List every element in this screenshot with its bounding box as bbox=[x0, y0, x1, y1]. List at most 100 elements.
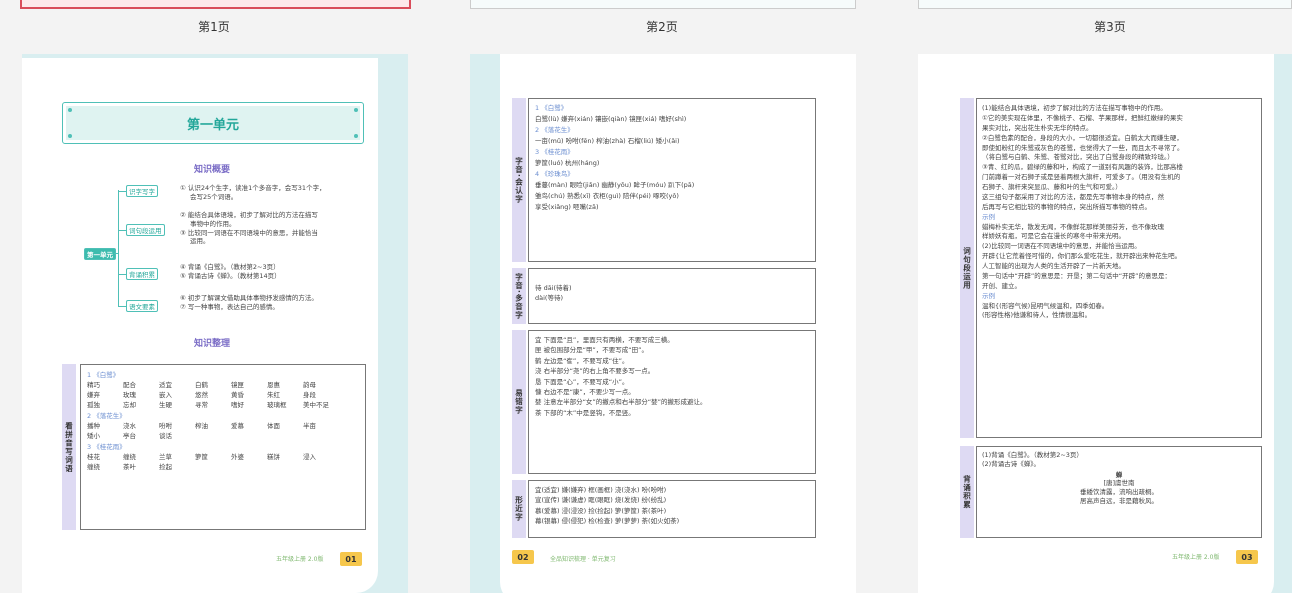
branch-item: 事物中的作用。 bbox=[190, 219, 236, 228]
vocab-row: 矮小 亭台 谈话 bbox=[87, 431, 359, 441]
vocab-row: 孤独 忘却 生硬 寻常 嗜好 玻璃框 美中不足 bbox=[87, 400, 359, 410]
vocab-word: 玻璃框 bbox=[267, 400, 287, 409]
vocab-word: 亭台 bbox=[123, 431, 136, 440]
vocab-word: 身段 bbox=[303, 390, 316, 399]
vocab-row: 播种 浇水 吩咐 榨油 爱慕 体面 半亩 bbox=[87, 421, 359, 431]
section-line: 婪 注意左半部分“女”的撇点和右半部分“婪”的撇形成避让。 bbox=[535, 398, 707, 407]
vocab-word: 播种 bbox=[87, 421, 100, 430]
section-line: 茶 下部的“木”中是竖钩，不是竖。 bbox=[535, 408, 635, 417]
vocab-word: 箩筐 bbox=[195, 452, 208, 461]
vocab-word: 嵌入 bbox=[159, 390, 172, 399]
branch-item: ⑥ 初步了解课文借助具体事物抒发感情的方法。 bbox=[180, 294, 318, 302]
branch-item: 会写25个词语。 bbox=[190, 192, 238, 201]
section-line: 恳 下面是“心”，不要写成“小”。 bbox=[535, 377, 629, 386]
section-line: (2)比较同一词语在不同语境中的意思，并能恰当运用。 bbox=[982, 242, 1141, 251]
section-line: 白鹭(lù) 嫌弃(xián) 镶嵌(qiàn) 镜匣(xiá) 嗜好(shì) bbox=[535, 115, 687, 124]
section-line: ③青、红的瓜，碧绿的藤和叶，构成了一道别有风趣的装饰，比那高楼 bbox=[982, 163, 1183, 172]
side-label: 看拼音写词语 bbox=[62, 364, 76, 530]
section-line: 温和{(形容气候)昆明气候温和，四季如春。 bbox=[982, 301, 1109, 310]
vocab-word: 白鹤 bbox=[195, 380, 208, 389]
branch-tag-2: 词句段运用 bbox=[126, 224, 165, 236]
vocab-word: 外婆 bbox=[231, 452, 244, 461]
section-label-4: 形近字 bbox=[512, 480, 526, 538]
branch-tag-1: 识字写字 bbox=[126, 185, 158, 197]
page-number: 03 bbox=[1236, 550, 1258, 564]
branch-item: ⑤ 背诵古诗《蝉》。（教材第14页） bbox=[180, 271, 281, 280]
section-line: 1 《白鹭》 bbox=[535, 104, 568, 112]
vocab-word: 恩惠 bbox=[267, 380, 280, 389]
poem-title: 蝉 bbox=[1115, 470, 1123, 479]
vocab-word: 镜匣 bbox=[231, 380, 244, 389]
poem-line: 垂緌饮清露，流响出疏桐。 bbox=[1080, 488, 1158, 497]
center-tag: 第一单元 bbox=[84, 248, 116, 260]
vocab-word: 寻常 bbox=[195, 400, 208, 409]
vocab-word: 忘却 bbox=[123, 400, 136, 409]
section-line: 门前蹲着一对石狮子或是竖着两根大旗杆，可爱多了。（用没有生机的 bbox=[982, 173, 1181, 182]
section-line: 2 《落花生》 bbox=[535, 126, 574, 135]
vocab-word: 爱慕 bbox=[231, 421, 244, 430]
section-label-3: 易错字 bbox=[512, 330, 526, 474]
vocab-box: 1 《白鹭》 精巧 配合 适宜 白鹤 镜匣 恩惠 韵母 嫌弃 玫瑰 嵌入 悠然 黄昏 朱红 身段 孤独 忘却 生… bbox=[80, 364, 366, 530]
page-thumbnail-3[interactable]: 词句段运用 (1)能结合具体语境，初步了解对比的方法在描写事物中的作用。 ①它的… bbox=[918, 54, 1292, 593]
thumbnail-previous-row-2[interactable] bbox=[470, 0, 856, 9]
vocab-word: 浇水 bbox=[123, 421, 136, 430]
section-line: 浇 右半部分“尧”的右上角不要多写一点。 bbox=[535, 367, 655, 376]
vocab-word: 配合 bbox=[123, 380, 136, 389]
vocab-grid-1: 精巧 配合 适宜 白鹤 镜匣 恩惠 韵母 嫌弃 玫瑰 嵌入 悠然 黄昏 朱红 身段 孤独 忘却 生硬 寻常 嗜好 玻璃… bbox=[87, 380, 359, 410]
footer-grade: 五年级上册 2.0版 bbox=[1172, 554, 1220, 561]
section-line: dài(等待) bbox=[535, 294, 563, 303]
page-thumbnail-2[interactable]: 字音·会认字 1 《白鹭》白鹭(lù) 嫌弃(xián) 镶嵌(qiàn) 镜匣… bbox=[470, 54, 856, 593]
section-line: （将白鹭与白鹤、朱鹭、苍鹭对比，突出了白鹭身段的精致玲珑。） bbox=[982, 153, 1174, 162]
unit-title-box: 第一单元 bbox=[62, 102, 364, 144]
section-line: 宜 下面是“且”，里面只有两横，不要写成三横。 bbox=[535, 336, 674, 344]
vocab-word: 适宜 bbox=[159, 380, 172, 389]
vocab-word: 美中不足 bbox=[303, 400, 329, 409]
vocab-word: 缠绕 bbox=[87, 462, 100, 471]
vocab-row: 缠绕 茶叶 捡起 bbox=[87, 462, 359, 472]
vocab-word: 缠绕 bbox=[123, 452, 136, 461]
branch-tag-3: 背诵积累 bbox=[126, 268, 158, 280]
vocab-word: 矮小 bbox=[87, 431, 100, 440]
vocab-word: 嫌弃 bbox=[87, 390, 100, 399]
section-line: 开辟{让它荒着怪可惜的，你们那么爱吃花生，就开辟出来种花生吧。 bbox=[982, 252, 1182, 261]
vocab-word: 半亩 bbox=[303, 421, 316, 430]
section-line: 蜡梅朴实无华，散发无闻，不像鲜花那样美丽芬芳，也不像玫瑰 bbox=[982, 222, 1164, 231]
vocab-word: 精巧 bbox=[87, 380, 100, 389]
section-line: 宣(宣传) 谦(谦虚) 眶(眼眶) 烧(发烧) 纷(纷乱) bbox=[535, 496, 667, 505]
branch-item: ④ 背诵《白鹭》。（教材第2~3页） bbox=[180, 263, 280, 271]
branch-item: 运用。 bbox=[190, 237, 210, 246]
vocab-word: 孤独 bbox=[87, 400, 100, 409]
group-title: 1 《白鹭》 bbox=[87, 371, 120, 379]
vocab-word: 朱红 bbox=[267, 390, 280, 399]
page-thumbnail-1[interactable]: 第一单元 知识概要 第一单元 识字写字 ① 认识24个生字，读准1个多音字，会写… bbox=[22, 54, 408, 593]
section-box-3: 宜 下面是“且”，里面只有两横，不要写成三横。匣 被包围部分是“甲”，不要写成“… bbox=[528, 330, 816, 474]
vocab-word: 生硬 bbox=[159, 400, 172, 409]
thumbnail-previous-row-1[interactable] bbox=[20, 0, 411, 9]
recite-line: (1)背诵《白鹭》。（教材第2~3页） bbox=[982, 451, 1083, 459]
branch-item: ⑦ 写一种事物，表达自己的感情。 bbox=[180, 302, 279, 311]
section-box-2: (1)背诵《白鹭》。（教材第2~3页） (2)背诵古诗《蝉》。 蝉 [唐]虞世南… bbox=[976, 446, 1262, 538]
section-line: 享受(xiǎng) 咂嘴(zā) bbox=[535, 203, 599, 212]
section-line: 这三组句子都采用了对比的方法，都是先写事物本身的特点，然 bbox=[982, 192, 1164, 201]
vocab-row: 精巧 配合 适宜 白鹤 镜匣 恩惠 韵母 bbox=[87, 380, 359, 390]
page-label-1: 第1页 bbox=[198, 20, 230, 34]
vocab-word: 桂花 bbox=[87, 452, 100, 461]
section-line: 垂蔓(màn) 眼睑(jiǎn) 幽静(yōu) 眸子(móu) 趴下(pā) bbox=[535, 181, 695, 190]
recite-line: (2)背诵古诗《蝉》。 bbox=[982, 459, 1040, 468]
vocab-word: 糕饼 bbox=[267, 452, 280, 461]
section-line: ②白鹭色素的配合，身段的大小，一切都很适宜。白鹤太大而嫌生硬， bbox=[982, 133, 1183, 142]
vocab-word: 谈话 bbox=[159, 431, 172, 440]
section-line: 慕(爱慕) 浸(浸没) 捡(捡起) 箩(箩筐) 茶(茶叶) bbox=[535, 506, 667, 515]
vocab-grid-2: 播种 浇水 吩咐 榨油 爱慕 体面 半亩 矮小 亭台 谈话 bbox=[87, 421, 359, 441]
group-title: 2 《落花生》 bbox=[87, 411, 126, 420]
section-label-1: 字音·会认字 bbox=[512, 98, 526, 262]
section-box-1: (1)能结合具体语境，初步了解对比的方法在描写事物中的作用。 ①它的美实现在体里… bbox=[976, 98, 1262, 438]
vocab-row: 桂花 缠绕 兰草 箩筐 外婆 糕饼 浸入 bbox=[87, 452, 359, 462]
vocab-word: 黄昏 bbox=[231, 390, 244, 399]
section-line: ①它的美实现在体里，不像桃子、石榴、芋果那样，把鲜红嫩绿的果实 bbox=[982, 113, 1183, 122]
thumbnail-previous-row-3[interactable] bbox=[918, 0, 1292, 9]
branch-item: ② 能结合具体语境，初步了解对比的方法在描写 bbox=[180, 211, 318, 219]
vocab-word: 嗜好 bbox=[231, 400, 244, 409]
section-line: 人工智能的出现为人类的生活开辟了一片新天地。 bbox=[982, 262, 1125, 270]
section-line: (形容性格)他谦和待人，性情很温和。 bbox=[982, 311, 1092, 320]
